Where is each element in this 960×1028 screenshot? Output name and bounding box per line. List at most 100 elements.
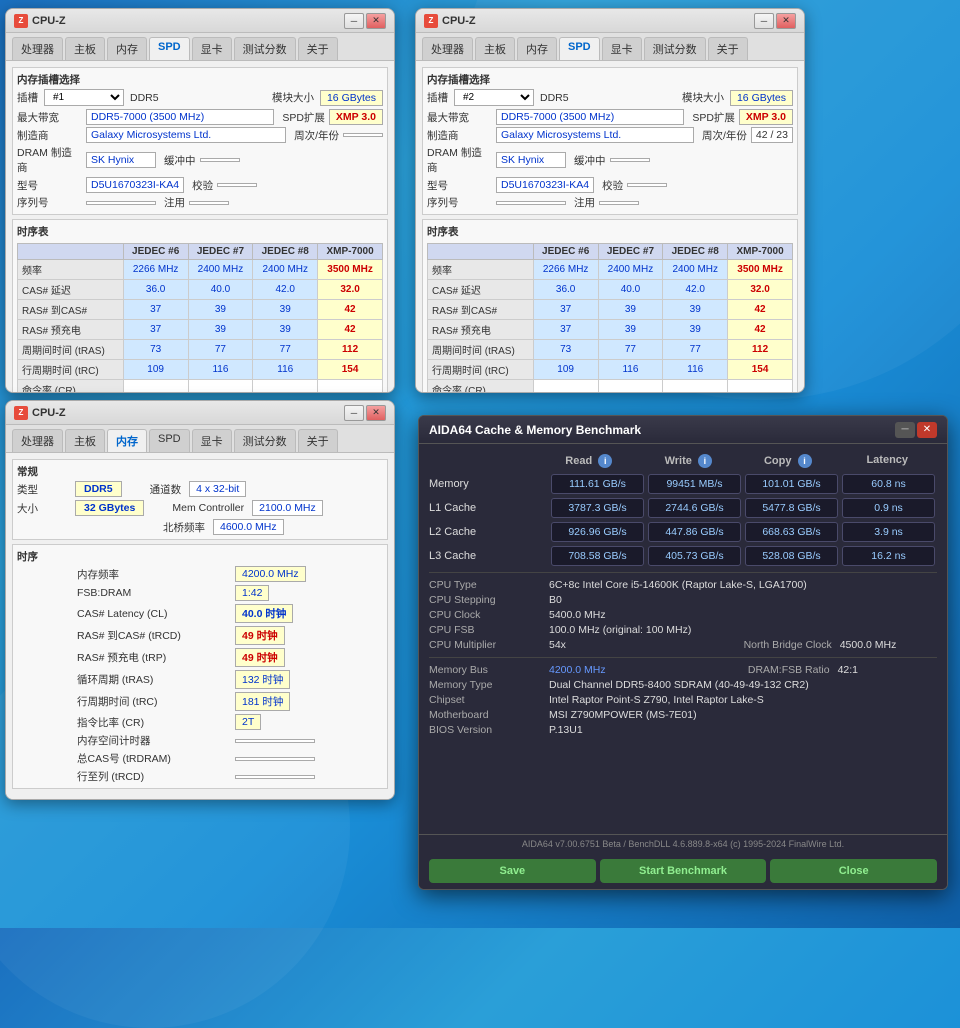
tab-spd-3[interactable]: SPD (149, 429, 190, 452)
table-row: 命令率 (CR) (428, 380, 793, 394)
row-label: RAS# 预充电 (18, 320, 124, 340)
cell-val: 77 (598, 340, 663, 360)
aida-l1-row: L1 Cache 3787.3 GB/s 2744.6 GB/s 5477.8 … (429, 498, 937, 518)
tab-memory-3[interactable]: 内存 (107, 429, 147, 452)
dram-fsb-value: 42:1 (838, 664, 937, 676)
tab-score-3[interactable]: 测试分数 (234, 429, 296, 452)
memory-read-value: 111.61 GB/s (551, 474, 644, 494)
nb-freq-value-3: 4600.0 MHz (213, 519, 284, 535)
aida-l2-row: L2 Cache 926.96 GB/s 447.86 GB/s 668.63 … (429, 522, 937, 542)
aida-title-bar: AIDA64 Cache & Memory Benchmark ─ ✕ (419, 416, 947, 444)
ddr5-label-1: DDR5 (130, 92, 159, 104)
check-value-1 (217, 183, 257, 187)
cpu-stepping-row: CPU Stepping B0 (429, 594, 937, 606)
l3-label: L3 Cache (429, 550, 549, 562)
ddr5-label-2: DDR5 (540, 92, 569, 104)
rc-value-3: 181 时钟 (235, 692, 290, 711)
aida-save-btn[interactable]: Save (429, 859, 596, 883)
title-text-1: CPU-Z (32, 15, 344, 27)
note-value-2 (599, 201, 639, 205)
cell-val: 39 (598, 300, 663, 320)
cr-label-3: 指令比率 (CR) (77, 715, 227, 730)
row-label: RAS# 到CAS# (428, 300, 534, 320)
dram-fsb-label: DRAM:FSB Ratio (748, 664, 830, 676)
l1-latency-cell: 0.9 ns (840, 498, 937, 518)
aida-info-section: CPU Type 6C+8c Intel Core i5-14600K (Rap… (429, 579, 937, 736)
minimize-btn-3[interactable]: ─ (344, 405, 364, 421)
l1-write-cell: 2744.6 GB/s (646, 498, 743, 518)
tab-spd-1[interactable]: SPD (149, 37, 190, 60)
memory-copy-cell: 101.01 GB/s (743, 474, 840, 494)
cell-val: 40.0 (598, 280, 663, 300)
tab-processor-1[interactable]: 处理器 (12, 37, 63, 60)
close-btn-1[interactable]: ✕ (366, 13, 386, 29)
mfr-label-2: 制造商 (427, 128, 492, 143)
chipset-row: Chipset Intel Raptor Point-S Z790, Intel… (429, 694, 937, 706)
cell-val: 2400 MHz (663, 260, 728, 280)
minimize-btn-1[interactable]: ─ (344, 13, 364, 29)
week-year-label-2: 周次/年份 (702, 128, 747, 143)
copy-info-icon[interactable]: i (798, 454, 812, 468)
memory-latency-cell: 60.8 ns (840, 474, 937, 494)
tab-motherboard-1[interactable]: 主板 (65, 37, 105, 60)
model-value-2: D5U1670323I-KA4 (496, 177, 594, 193)
mem-freq-label-3: 内存频率 (77, 567, 227, 582)
model-label-1: 型号 (17, 178, 82, 193)
tab-score-1[interactable]: 测试分数 (234, 37, 296, 60)
tab-memory-1[interactable]: 内存 (107, 37, 147, 60)
read-info-icon[interactable]: i (598, 454, 612, 468)
th-jedec7-2: JEDEC #7 (598, 244, 663, 260)
cell-val (318, 380, 383, 394)
minimize-btn-2[interactable]: ─ (754, 13, 774, 29)
cell-val: 112 (728, 340, 793, 360)
memory-label: Memory (429, 478, 549, 490)
fsb-dram-label-3: FSB:DRAM (77, 587, 227, 599)
l1-read-value: 3787.3 GB/s (551, 498, 644, 518)
tab-motherboard-2[interactable]: 主板 (475, 37, 515, 60)
cpuz-window-1: Z CPU-Z ─ ✕ 处理器 主板 内存 SPD 显卡 测试分数 关于 内存插… (5, 8, 395, 393)
mem-ctrl-value-3: 2100.0 MHz (252, 500, 323, 516)
tab-processor-2[interactable]: 处理器 (422, 37, 473, 60)
tab-about-1[interactable]: 关于 (298, 37, 338, 60)
cell-val: 73 (123, 340, 188, 360)
window-controls-2: ─ ✕ (754, 13, 796, 29)
tab-spd-2[interactable]: SPD (559, 37, 600, 60)
tab-graphics-3[interactable]: 显卡 (192, 429, 232, 452)
rdram-value-3 (235, 739, 315, 743)
rdram2-value-3 (235, 757, 315, 761)
aida-close-button[interactable]: Close (770, 859, 937, 883)
close-btn-3[interactable]: ✕ (366, 405, 386, 421)
th-empty-1 (18, 244, 124, 260)
write-info-icon[interactable]: i (698, 454, 712, 468)
channels-value-3: 4 x 32-bit (189, 481, 246, 497)
cas-label-3: CAS# Latency (CL) (77, 608, 227, 620)
table-row: 周期间时间 (tRAS) 73 77 77 112 (428, 340, 793, 360)
verify-label-2: 缓冲中 (574, 153, 606, 168)
serial-value-2 (496, 201, 566, 205)
slot-select-2[interactable]: #1 #2 #3 #4 (454, 89, 534, 106)
timing-title-2: 时序表 (427, 224, 793, 239)
l1-latency-value: 0.9 ns (842, 498, 935, 518)
cell-val: 109 (123, 360, 188, 380)
aida-benchmark-btn[interactable]: Start Benchmark (600, 859, 767, 883)
tab-memory-2[interactable]: 内存 (517, 37, 557, 60)
tab-graphics-1[interactable]: 显卡 (192, 37, 232, 60)
tab-about-3[interactable]: 关于 (298, 429, 338, 452)
title-bar-3: Z CPU-Z ─ ✕ (6, 401, 394, 425)
motherboard-value: MSI Z790MPOWER (MS-7E01) (549, 709, 937, 721)
tab-score-2[interactable]: 测试分数 (644, 37, 706, 60)
tab-graphics-2[interactable]: 显卡 (602, 37, 642, 60)
aida-close-btn[interactable]: ✕ (917, 422, 937, 438)
tab-processor-3[interactable]: 处理器 (12, 429, 63, 452)
cell-val: 37 (533, 320, 598, 340)
tab-about-2[interactable]: 关于 (708, 37, 748, 60)
cell-val: 39 (663, 300, 728, 320)
aida-minimize-btn[interactable]: ─ (895, 422, 915, 438)
mem-bus-row: Memory Bus 4200.0 MHz DRAM:FSB Ratio 42:… (429, 664, 937, 676)
tab-motherboard-3[interactable]: 主板 (65, 429, 105, 452)
slot-select-1[interactable]: #1 #2 #3 #4 (44, 89, 124, 106)
close-btn-2[interactable]: ✕ (776, 13, 796, 29)
cell-val: 39 (188, 320, 253, 340)
cell-val: 36.0 (123, 280, 188, 300)
nav-tabs-2: 处理器 主板 内存 SPD 显卡 测试分数 关于 (416, 33, 804, 61)
